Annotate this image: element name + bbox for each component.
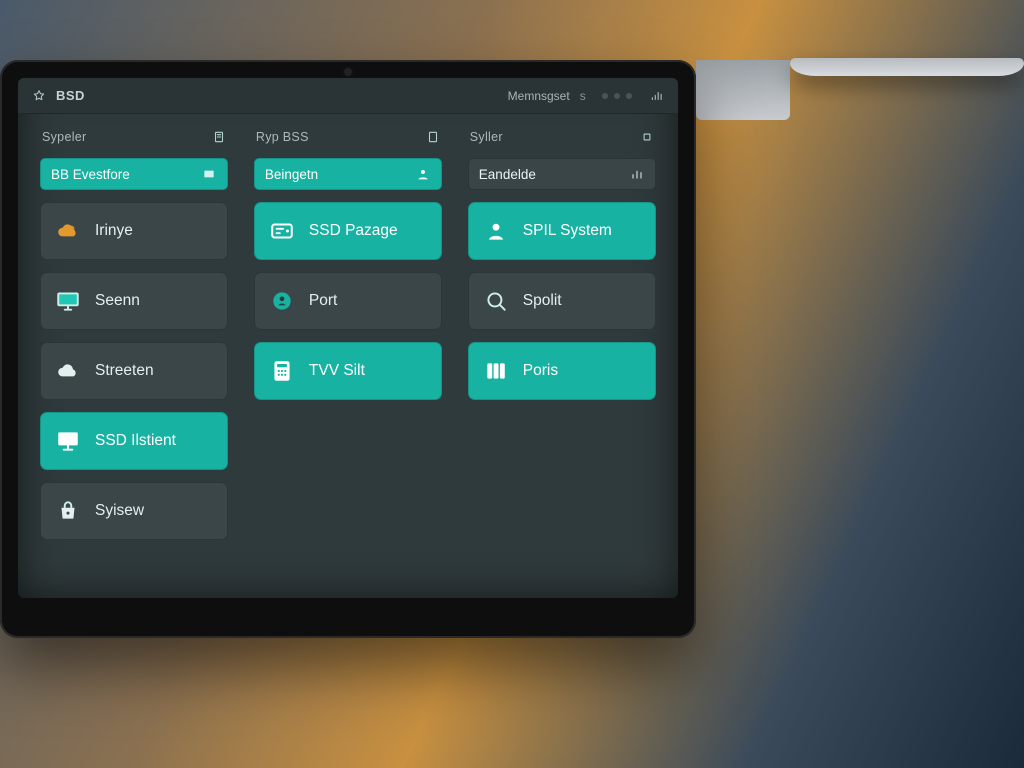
app-title: BSD (56, 88, 85, 103)
bag-lock-icon (55, 498, 81, 524)
tile-irinye[interactable]: Irinye (40, 202, 228, 260)
star-icon (32, 89, 46, 103)
bar-mini-icon (629, 166, 645, 182)
search-icon (483, 288, 509, 314)
column-1-header-pill[interactable]: BB Evestfore (40, 158, 228, 190)
monitor-icon (55, 288, 81, 314)
column-1: Sypeler BB Evestfore Irinye (40, 130, 228, 540)
column-2-pill-label: Beingetn (265, 167, 318, 182)
tile-seenn[interactable]: Seenn (40, 272, 228, 330)
tile-label: Irinye (95, 222, 133, 240)
tile-label: SPIL System (523, 222, 612, 240)
tile-label: Streeten (95, 362, 154, 380)
topbar-right-label: Memnsgset (508, 89, 570, 103)
user-mini-icon (415, 166, 431, 182)
tile-spolit[interactable]: Spolit (468, 272, 656, 330)
screen: BSD Memnsgset s Sypeler BB Evestfore (18, 78, 678, 598)
signal-icon (650, 89, 664, 103)
person-icon (483, 218, 509, 244)
tile-label: TVV Silt (309, 362, 365, 380)
desktop-icon (55, 428, 81, 454)
topbar: BSD Memnsgset s (18, 78, 678, 114)
column-3-header: Syller (468, 130, 656, 146)
calc-icon (269, 358, 295, 384)
column-2-header: Ryp BSS (254, 130, 442, 146)
tile-poris[interactable]: Poris (468, 342, 656, 400)
tile-label: Spolit (523, 292, 562, 310)
tile-label: Port (309, 292, 337, 310)
columns-icon (483, 358, 509, 384)
topbar-right-value: s (580, 89, 586, 103)
tile-ssd-ilstient[interactable]: SSD Ilstient (40, 412, 228, 470)
doc-icon (426, 130, 440, 144)
column-3-header-pill[interactable]: Eandelde (468, 158, 656, 190)
webcam-dot (344, 68, 352, 76)
doc-icon (212, 130, 226, 144)
disk-icon (201, 166, 217, 182)
column-3-pill-label: Eandelde (479, 167, 536, 182)
column-3: Syller Eandelde SPIL System (468, 130, 656, 540)
content-grid: Sypeler BB Evestfore Irinye (18, 114, 678, 598)
tile-label: SSD Pazage (309, 222, 398, 240)
monitor-stand-neck (696, 60, 790, 120)
column-1-pill-label: BB Evestfore (51, 167, 130, 182)
tile-spil-system[interactable]: SPIL System (468, 202, 656, 260)
tile-label: Seenn (95, 292, 140, 310)
tile-syisew[interactable]: Syisew (40, 482, 228, 540)
column-2-header-label: Ryp BSS (256, 130, 309, 144)
tile-label: SSD Ilstient (95, 432, 176, 450)
tile-ssd-pazage[interactable]: SSD Pazage (254, 202, 442, 260)
cloud-white-icon (55, 358, 81, 384)
column-2: Ryp BSS Beingetn SSD Pazage (254, 130, 442, 540)
window-dots (602, 93, 632, 99)
tile-label: Poris (523, 362, 558, 380)
column-1-header: Sypeler (40, 130, 228, 146)
chip-icon (640, 130, 654, 144)
monitor-stand-base (790, 58, 1024, 76)
tile-tvv-silt[interactable]: TVV Silt (254, 342, 442, 400)
card-icon (269, 218, 295, 244)
tile-label: Syisew (95, 502, 144, 520)
column-3-header-label: Syller (470, 130, 503, 144)
column-2-header-pill[interactable]: Beingetn (254, 158, 442, 190)
tile-port[interactable]: Port (254, 272, 442, 330)
badge-icon (269, 288, 295, 314)
monitor-frame: BSD Memnsgset s Sypeler BB Evestfore (0, 60, 696, 638)
cloud-orange-icon (55, 218, 81, 244)
column-1-header-label: Sypeler (42, 130, 86, 144)
tile-streeten[interactable]: Streeten (40, 342, 228, 400)
